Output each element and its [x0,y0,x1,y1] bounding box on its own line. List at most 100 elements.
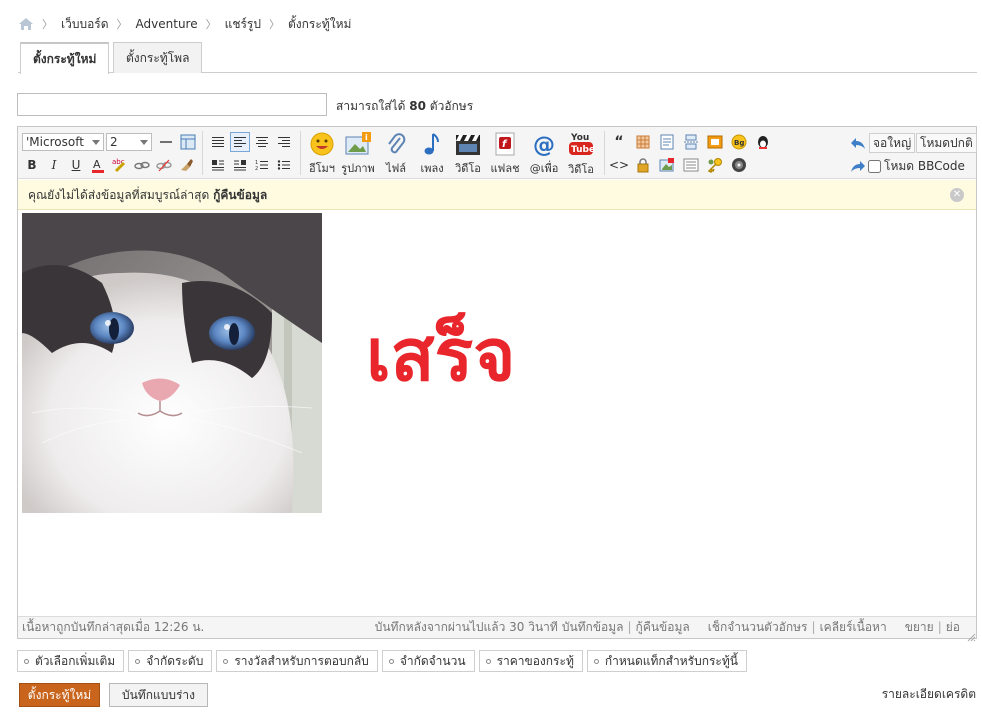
font-family-value: 'Microsoft [26,135,84,149]
ordered-list-icon[interactable]: 12 [252,155,272,175]
submit-thread-button[interactable]: ตั้งกระทู้ใหม่ [19,683,100,707]
resize-grip-icon[interactable] [966,628,976,642]
italic-icon[interactable]: I [44,155,64,175]
free-code-icon[interactable] [633,132,653,152]
clear-content-link[interactable]: เคลียร์เนื้อหา [820,617,887,638]
more-options-chip[interactable]: ตัวเลือกเพิ่มเติม [17,650,125,672]
font-size-select[interactable]: 2 [106,133,152,151]
post-options: ตัวเลือกเพิ่มเติม จำกัดระดับ รางวัลสำหรั… [17,650,747,672]
close-icon[interactable]: ✕ [950,188,964,202]
svg-text:Bg: Bg [734,139,744,147]
reply-reward-chip[interactable]: รางวัลสำหรับการตอบกลับ [216,650,378,672]
thread-title-input[interactable] [17,93,327,116]
clear-format-icon[interactable] [176,155,196,175]
slideshow-icon[interactable] [705,132,725,152]
check-length-link[interactable]: เช็กจำนวนตัวอักษร [708,617,808,638]
limit-count-chip[interactable]: จำกัดจำนวน [381,650,475,672]
background-icon[interactable]: Bg [729,132,749,152]
align-center-icon[interactable] [252,132,272,152]
align-justify-icon[interactable] [208,132,228,152]
separator: | [811,620,816,634]
unordered-list-icon[interactable] [274,155,294,175]
option-label: จำกัดจำนวน [399,654,466,668]
flash-button[interactable]: f แฟลช [488,131,522,177]
normal-mode-button[interactable]: โหมดปกติ [916,133,977,153]
poll-icon[interactable] [657,132,677,152]
page-break-icon[interactable] [681,132,701,152]
save-data-link[interactable]: บันทึกข้อมูล [562,617,624,638]
svg-text:A: A [93,158,101,171]
float-right-icon[interactable] [230,155,250,175]
disc-icon[interactable] [729,155,749,175]
emoticon-button[interactable]: อีโมฯ [305,131,339,177]
align-right-icon[interactable] [274,132,294,152]
svg-text:i: i [365,133,368,142]
undo-arrow-icon[interactable] [848,133,868,153]
hint-suffix: ตัวอักษร [429,99,474,113]
template-icon[interactable] [681,155,701,175]
code-icon[interactable]: <> [609,155,629,175]
tab-new-thread[interactable]: ตั้งกระทู้ใหม่ [20,42,110,74]
toolbar-divider [202,131,203,175]
restore-data-link[interactable]: กู้คืนข้อมูล [213,188,267,202]
link-icon[interactable] [132,155,152,175]
mention-friend-button[interactable]: @ @เพื่อ [527,131,561,177]
expand-editor-link[interactable]: ขยาย [905,617,934,638]
breadcrumb-adventure[interactable]: Adventure [136,17,198,31]
breadcrumb-separator: 〉 [116,18,128,31]
svg-text:@: @ [533,133,555,156]
youtube-button[interactable]: You Tube วิดีโอ [564,131,598,177]
horizontal-rule-icon[interactable] [156,132,176,152]
underline-icon[interactable]: U [66,155,86,175]
option-label: รางวัลสำหรับการตอบกลับ [234,654,369,668]
bullet-icon [388,658,394,664]
file-label: ไฟล์ [385,162,407,175]
align-left-icon[interactable] [230,132,250,152]
save-draft-button[interactable]: บันทึกแบบร่าง [109,683,208,707]
breadcrumb-webboard[interactable]: เว็บบอร์ด [61,15,109,34]
editor-content[interactable]: เสร็จ [18,211,976,616]
font-color-icon[interactable]: A [88,155,108,175]
bbcode-checkbox[interactable] [868,160,881,173]
shrink-editor-link[interactable]: ย่อ [946,617,960,638]
attach-file-button[interactable]: ไฟล์ [379,131,413,177]
home-icon[interactable] [18,17,34,31]
table-icon[interactable] [178,132,198,152]
video-label: วิดีโอ [455,162,481,175]
float-left-icon[interactable] [208,155,228,175]
credit-details-link[interactable]: รายละเอียดเครดิต [882,685,976,704]
bold-icon[interactable]: B [22,155,42,175]
video-button[interactable]: วิดีโอ [451,131,485,177]
hint-count: 80 [409,99,426,113]
fullscreen-button[interactable]: จอใหญ่ [869,133,916,153]
image-gallery-icon[interactable] [657,155,677,175]
thread-tags-chip[interactable]: กำหนดแท็กสำหรับกระทู้นี้ [586,650,747,672]
bullet-icon [223,658,229,664]
font-family-select[interactable]: 'Microsoft [22,133,104,151]
quote-icon[interactable]: “ [609,132,629,152]
lock-icon[interactable] [633,155,653,175]
read-permission-chip[interactable]: จำกัดระดับ [128,650,213,672]
svg-text:You: You [570,133,589,143]
breadcrumb-separator: 〉 [269,18,280,31]
spellcheck-icon[interactable]: abc [110,155,130,175]
breadcrumb-share-pictures[interactable]: แชร์รูป [225,15,261,34]
music-button[interactable]: เพลง [415,131,449,177]
title-length-hint: สามารถใส่ได้ 80 ตัวอักษร [336,97,473,116]
separator: | [627,620,632,634]
qq-penguin-icon[interactable] [753,132,773,152]
redo-arrow-icon[interactable] [848,156,868,176]
bbcode-mode-toggle[interactable]: โหมด BBCode [868,157,965,176]
password-key-icon[interactable] [705,155,725,175]
cat-photo [22,213,322,513]
hint-prefix: สามารถใส่ได้ [336,99,406,113]
thread-price-chip[interactable]: ราคาของกระทู้ [478,650,583,672]
restore-data-link[interactable]: กู้คืนข้อมูล [636,617,690,638]
tab-new-poll[interactable]: ตั้งกระทู้โพล [113,42,203,73]
image-button[interactable]: i รูปภาพ [341,131,375,177]
restore-notice-text: คุณยังไม่ได้ส่งข้อมูลที่สมบูรณ์ล่าสุด [28,188,210,202]
smiley-icon [309,131,335,156]
image-label: รูปภาพ [341,162,375,175]
unlink-icon[interactable] [154,155,174,175]
